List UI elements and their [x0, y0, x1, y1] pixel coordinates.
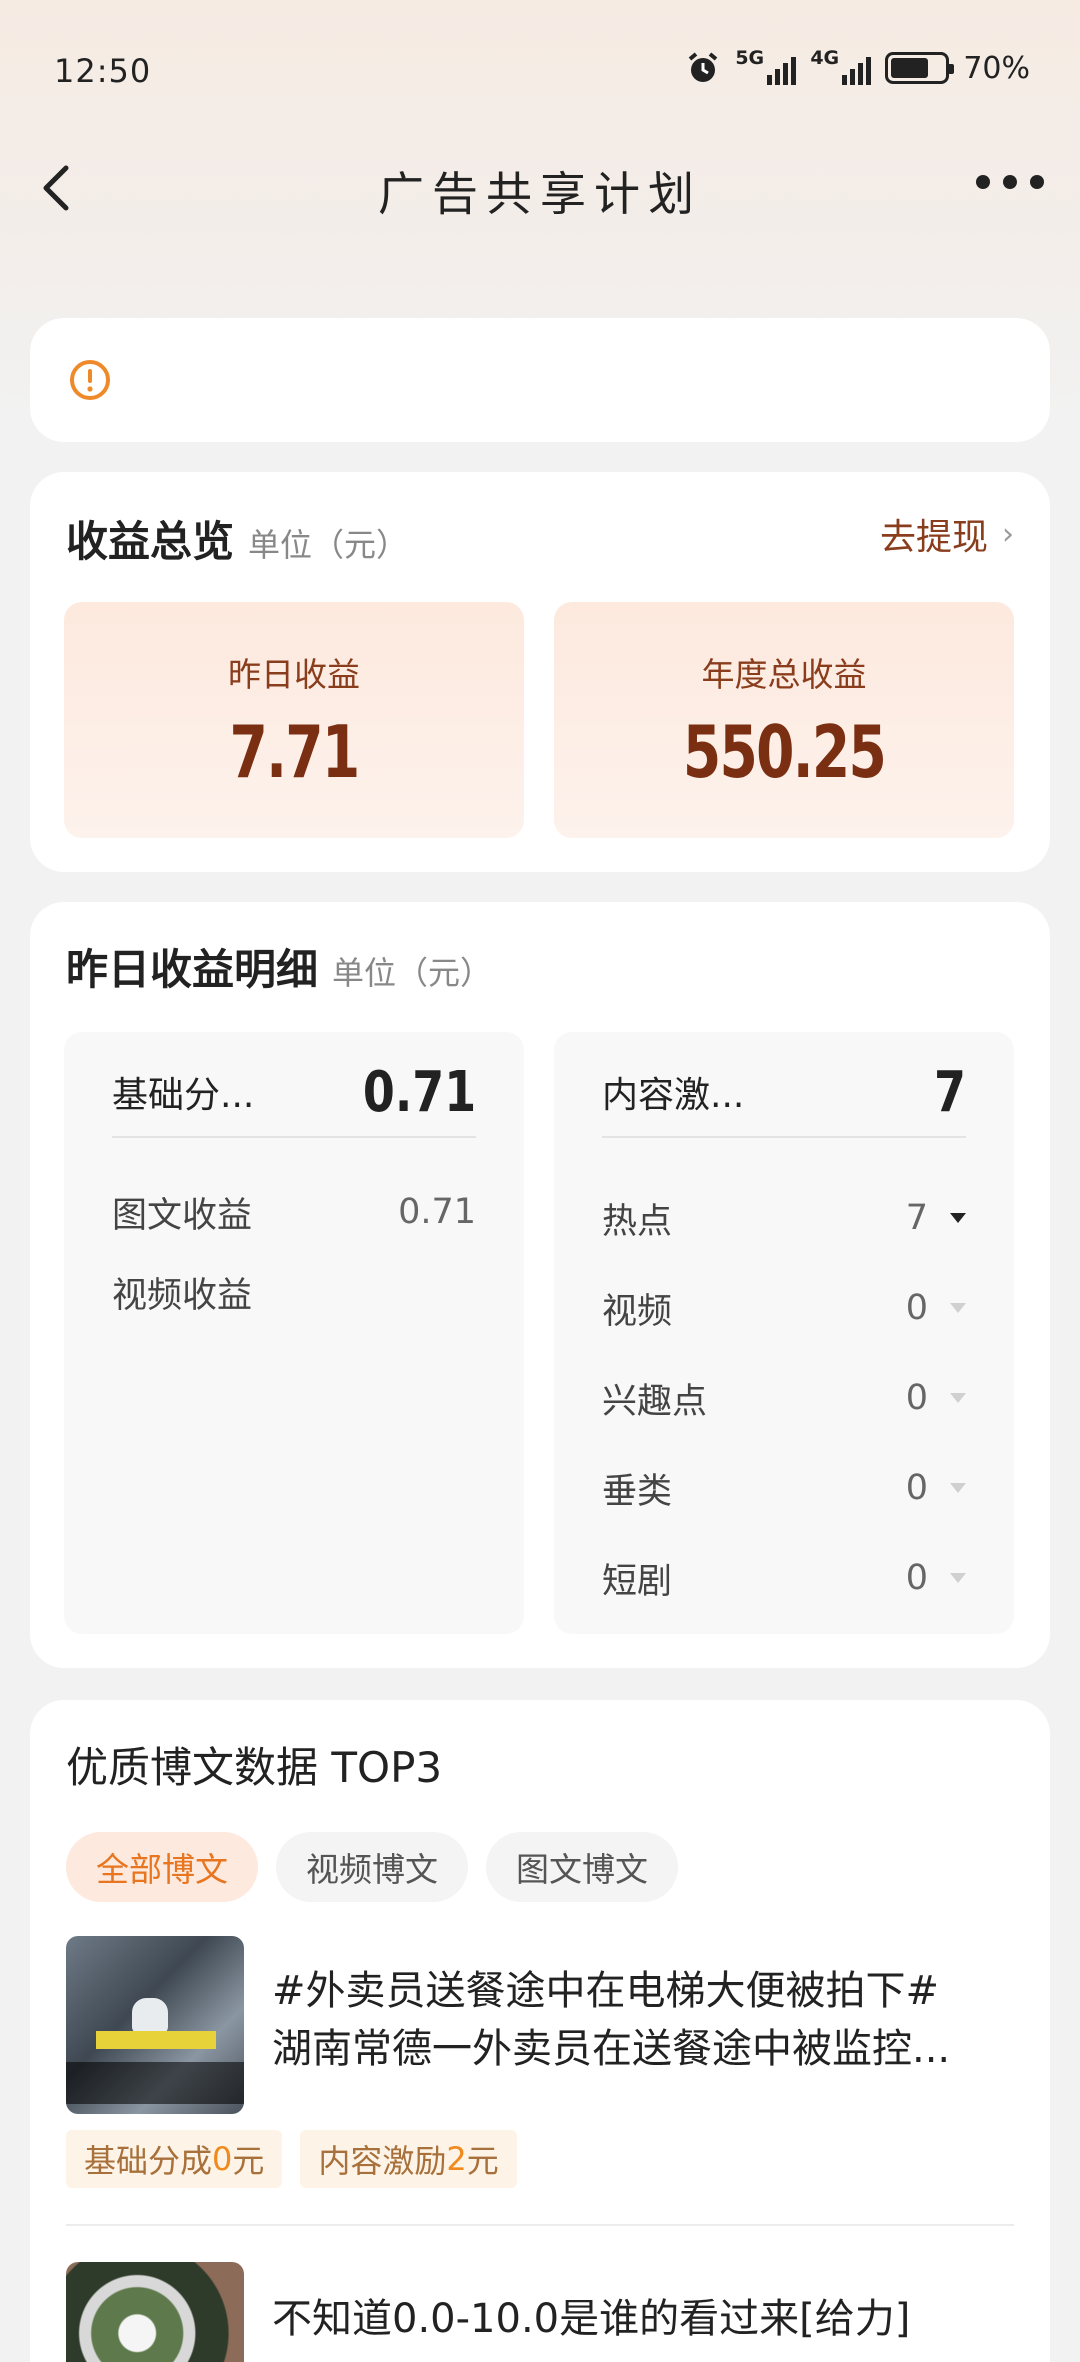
incentive-row-short-drama[interactable]: 短剧 0	[602, 1548, 966, 1608]
dropdown-arrow-icon	[950, 1573, 966, 1583]
annual-earnings-box: 年度总收益 550.25	[554, 602, 1014, 838]
content-incentive-box: 内容激... 7 热点 7 视频 0 兴趣点 0 垂类 0 短剧 0	[554, 1032, 1014, 1634]
divider	[66, 2224, 1014, 2226]
tab-video-posts[interactable]: 视频博文	[276, 1832, 468, 1902]
more-dot-icon	[1003, 175, 1017, 189]
detail-heading: 昨日收益明细 单位（元）	[66, 936, 492, 997]
dropdown-arrow-icon	[950, 1393, 966, 1403]
incentive-row-label: 视频	[602, 1291, 673, 1332]
detail-row-label: 视频收益	[112, 1275, 253, 1316]
incentive-row-interest[interactable]: 兴趣点 0	[602, 1368, 966, 1428]
tab-text-posts[interactable]: 图文博文	[486, 1832, 678, 1902]
more-button[interactable]	[970, 162, 1050, 202]
incentive-row-vertical[interactable]: 垂类 0	[602, 1458, 966, 1518]
incentive-row-label: 短剧	[602, 1561, 673, 1602]
incentive-row-label: 兴趣点	[602, 1381, 708, 1422]
detail-row: 视频收益	[112, 1262, 476, 1322]
post-filter-tabs: 全部博文 视频博文 图文博文	[66, 1832, 678, 1902]
nav-bar: 广告共享计划	[0, 140, 1080, 230]
top-posts-card: 优质博文数据 TOP3 全部博文 视频博文 图文博文 #外卖员送餐途中在电梯大便…	[30, 1700, 1050, 2362]
dropdown-arrow-icon	[950, 1483, 966, 1493]
content-incentive-value: 7	[934, 1059, 966, 1125]
dropdown-arrow-icon	[950, 1303, 966, 1313]
incentive-row-value: 0	[905, 1468, 928, 1508]
base-share-value: 0.71	[362, 1059, 476, 1125]
detail-row-value: 0.71	[398, 1192, 476, 1232]
more-dot-icon	[1030, 175, 1044, 189]
earnings-overview-card: 收益总览 单位（元） 去提现 › 昨日收益 7.71 年度总收益 550.25	[30, 472, 1050, 872]
content-incentive-label: 内容激...	[602, 1075, 745, 1116]
detail-unit: 单位（元）	[332, 954, 493, 992]
post-title-line: 不知道0.0-10.0是谁的看过来[给力]	[272, 2296, 911, 2342]
yesterday-earnings-label: 昨日收益	[228, 655, 360, 694]
page-title: 广告共享计划	[378, 167, 702, 221]
alarm-icon	[689, 52, 718, 82]
dropdown-arrow-icon	[950, 1213, 966, 1223]
status-icons: 5G 4G 70%	[685, 47, 1030, 86]
post-thumbnail	[66, 1936, 244, 2114]
status-time: 12:50	[54, 52, 152, 90]
yesterday-earnings-value: 7.71	[229, 710, 360, 794]
overview-heading: 收益总览 单位（元）	[66, 508, 408, 569]
tab-all-posts[interactable]: 全部博文	[66, 1832, 258, 1902]
detail-row-label: 图文收益	[112, 1195, 253, 1236]
warning-icon	[70, 360, 110, 400]
base-share-header: 基础分... 0.71	[112, 1048, 476, 1138]
incentive-row-video[interactable]: 视频 0	[602, 1278, 966, 1338]
content-incentive-chip: 内容激励 2 元	[300, 2130, 517, 2188]
withdraw-label: 去提现	[879, 517, 988, 558]
post-metrics: 基础分成 0 元 内容激励 2 元	[66, 2130, 517, 2188]
post-title-line: #外卖员送餐途中在电梯大便被拍下#	[272, 1968, 940, 2014]
incentive-row-value: 0	[905, 1378, 928, 1418]
earnings-detail-card: 昨日收益明细 单位（元） 基础分... 0.71 图文收益 0.71 视频收益 内…	[30, 902, 1050, 1668]
signal-4g-icon: 4G	[810, 47, 872, 85]
post-title-line: 湖南常德一外卖员在送餐途中被监控...	[272, 2026, 951, 2072]
post-text: 不知道0.0-10.0是谁的看过来[给力]	[272, 2290, 1014, 2348]
incentive-row-value: 0	[905, 1558, 928, 1598]
content-incentive-header: 内容激... 7	[602, 1048, 966, 1138]
incentive-row-hot[interactable]: 热点 7	[602, 1188, 966, 1248]
annual-earnings-value: 550.25	[682, 710, 887, 794]
notice-card[interactable]	[30, 318, 1050, 442]
incentive-row-label: 垂类	[602, 1471, 673, 1512]
incentive-row-value: 0	[905, 1288, 928, 1328]
base-share-chip: 基础分成 0 元	[66, 2130, 283, 2188]
detail-title: 昨日收益明细	[66, 945, 319, 994]
base-share-label: 基础分...	[112, 1075, 255, 1116]
signal-5g-icon: 5G	[735, 47, 797, 85]
base-share-box: 基础分... 0.71 图文收益 0.71 视频收益	[64, 1032, 524, 1634]
overview-title: 收益总览	[66, 517, 235, 566]
withdraw-link[interactable]: 去提现 ›	[880, 508, 1014, 560]
chevron-right-icon: ›	[1002, 516, 1014, 552]
yesterday-earnings-box: 昨日收益 7.71	[64, 602, 524, 838]
more-dot-icon	[976, 175, 990, 189]
overview-unit: 单位（元）	[248, 526, 409, 564]
status-bar: 12:50 5G 4G 70%	[0, 0, 1080, 150]
top-posts-title: 优质博文数据 TOP3	[66, 1743, 443, 1792]
post-text: #外卖员送餐途中在电梯大便被拍下# 湖南常德一外卖员在送餐途中被监控...	[272, 1962, 1014, 2078]
incentive-row-value: 7	[905, 1198, 928, 1238]
detail-row: 图文收益 0.71	[112, 1182, 476, 1242]
battery-icon	[885, 52, 955, 84]
battery-percent: 70%	[963, 50, 1030, 86]
post-thumbnail	[66, 2262, 244, 2362]
incentive-row-label: 热点	[602, 1201, 673, 1242]
annual-earnings-label: 年度总收益	[701, 655, 867, 694]
